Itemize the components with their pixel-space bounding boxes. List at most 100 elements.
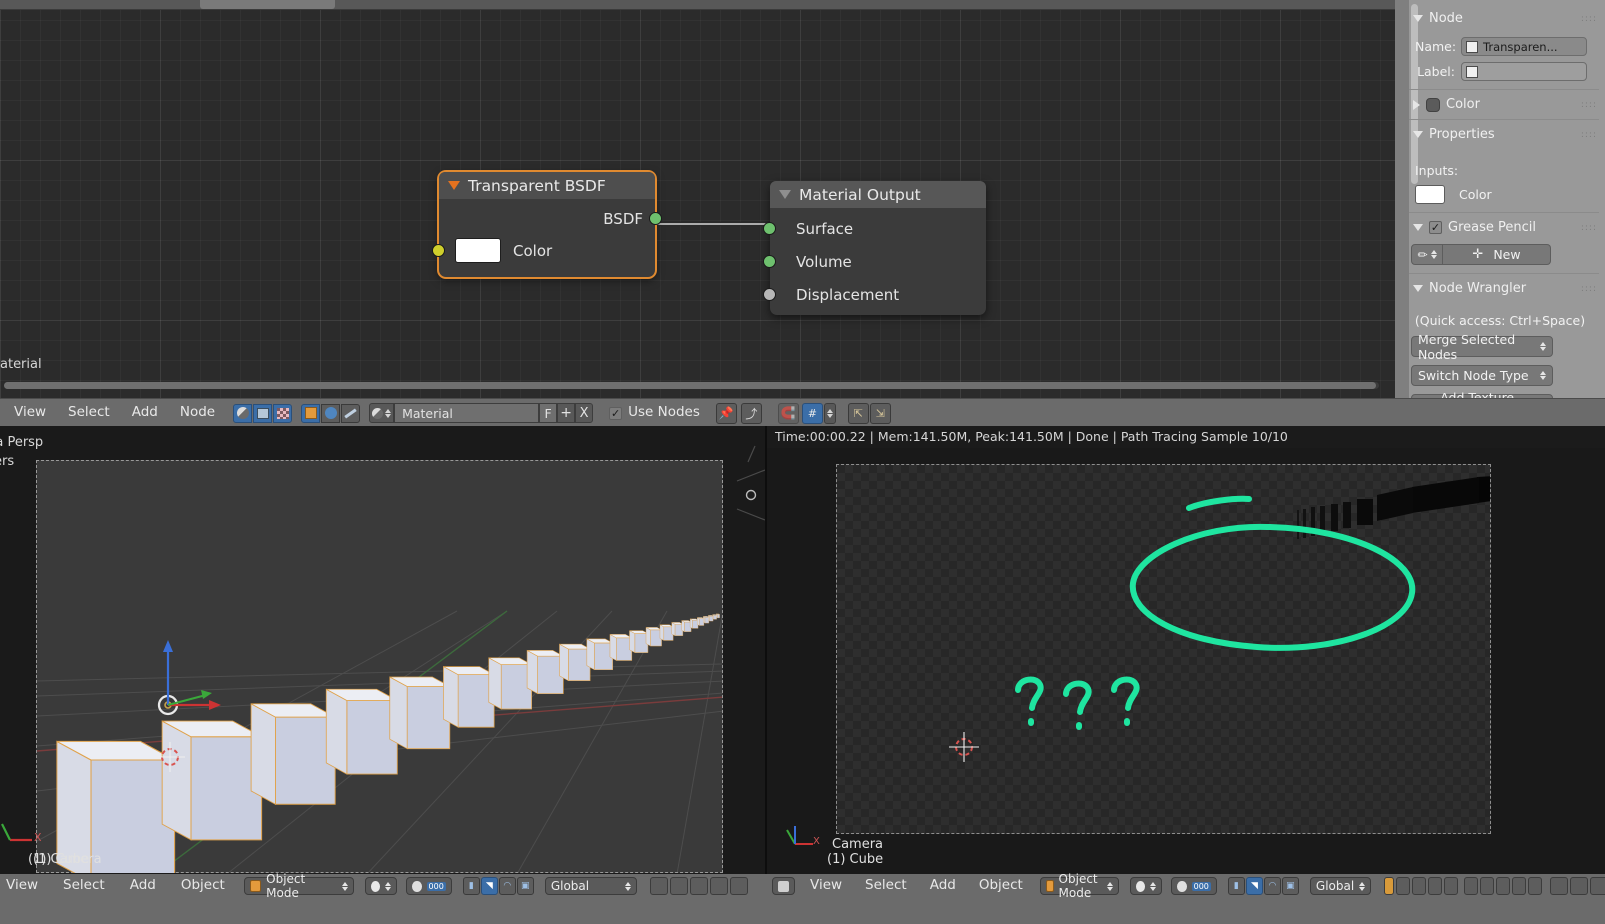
render-view-header[interactable]: View Select Add Object Object Mode 000 ▮… bbox=[766, 872, 1605, 900]
overlays-icon[interactable]: 000 bbox=[405, 877, 452, 895]
menu-view[interactable]: View bbox=[810, 879, 842, 893]
layer-6-icon[interactable] bbox=[1480, 877, 1495, 895]
snap-vertex-icon[interactable]: ▮ bbox=[1227, 877, 1245, 895]
layers-icon[interactable] bbox=[709, 877, 728, 895]
material-icon[interactable] bbox=[369, 403, 395, 423]
menu-select[interactable]: Select bbox=[865, 879, 907, 893]
proportional-edit-icon[interactable] bbox=[669, 877, 688, 895]
new-grease-pencil-button[interactable]: ✛ New bbox=[1443, 244, 1551, 265]
viewport-3d[interactable]: X era Persp ers (1) Camera (1) Cube bbox=[0, 426, 765, 874]
node-header-material-output[interactable]: Material Output bbox=[770, 181, 986, 208]
node-name-field[interactable]: Transparen... bbox=[1461, 37, 1587, 56]
use-nodes-checkbox[interactable]: ✓ bbox=[609, 406, 623, 420]
node-editor-header[interactable]: View Select Add Node Material F + X ✓ Us… bbox=[0, 398, 1605, 426]
switch-node-type-button[interactable]: Switch Node Type bbox=[1411, 365, 1553, 386]
magnet-icon[interactable]: 🧲 bbox=[777, 402, 799, 424]
menu-add[interactable]: Add bbox=[130, 879, 156, 893]
snap-volume-icon[interactable]: ▣ bbox=[1281, 877, 1299, 895]
node-material-output[interactable]: Material Output Surface Volume Displacem… bbox=[763, 181, 986, 315]
copy-icon[interactable] bbox=[1550, 877, 1569, 895]
layer-5-icon[interactable] bbox=[1464, 877, 1479, 895]
input-socket-surface[interactable] bbox=[763, 222, 776, 235]
layer-2-icon[interactable] bbox=[1412, 877, 1427, 895]
render-canvas[interactable] bbox=[836, 464, 1491, 834]
merge-selected-nodes-button[interactable]: Merge Selected Nodes bbox=[1411, 332, 1553, 362]
color-swatch-icon[interactable] bbox=[1426, 97, 1440, 112]
snap-face-icon[interactable]: ◥ bbox=[480, 877, 498, 895]
texture-shader-icon[interactable] bbox=[273, 403, 293, 423]
snap-vertex-icon[interactable]: ▮ bbox=[462, 877, 480, 895]
object-mode-dropdown[interactable]: Object Mode bbox=[243, 872, 354, 900]
render-shading-icon[interactable] bbox=[729, 877, 748, 895]
grease-pencil-checkbox[interactable]: ✓ bbox=[1429, 221, 1442, 234]
brush-icon[interactable] bbox=[341, 403, 361, 423]
node-transparent-bsdf[interactable]: Transparent BSDF BSDF Color bbox=[432, 172, 662, 277]
transform-orientation-dropdown[interactable]: Global bbox=[544, 877, 637, 895]
panel-header-node[interactable]: Node :::: bbox=[1405, 8, 1605, 29]
snap-edge-icon[interactable]: ◠ bbox=[1263, 877, 1281, 895]
menu-object[interactable]: Object bbox=[979, 879, 1023, 893]
input-socket-displacement[interactable] bbox=[763, 288, 776, 301]
layer-9-icon[interactable] bbox=[1528, 877, 1543, 895]
material-datablock-name[interactable]: Material bbox=[394, 403, 540, 423]
go-to-parent-icon[interactable]: ⤴ bbox=[740, 402, 762, 424]
input-socket-color[interactable] bbox=[432, 244, 445, 257]
layer-1-icon[interactable] bbox=[1396, 877, 1411, 895]
node-editor-hscrollbar[interactable] bbox=[4, 382, 1379, 389]
unlink-material-button[interactable]: X bbox=[575, 403, 594, 423]
new-material-button[interactable]: + bbox=[557, 403, 576, 423]
menu-add[interactable]: Add bbox=[930, 879, 956, 893]
input-color-swatch[interactable] bbox=[1415, 185, 1445, 204]
render-result-view[interactable]: Time:00:00.22 | Mem:141.50M, Peak:141.50… bbox=[767, 426, 1605, 874]
menu-object[interactable]: Object bbox=[181, 879, 225, 893]
menu-view[interactable]: View bbox=[6, 879, 38, 893]
output-socket-bsdf[interactable] bbox=[649, 212, 662, 225]
menu-add[interactable]: Add bbox=[132, 406, 158, 420]
object-shader-icon[interactable] bbox=[253, 403, 273, 423]
node-header-transparent-bsdf[interactable]: Transparent BSDF bbox=[439, 172, 655, 199]
top-tab-chip[interactable] bbox=[200, 0, 335, 9]
snap-edge-icon[interactable]: ◠ bbox=[498, 877, 516, 895]
snap-element-icon[interactable]: # bbox=[801, 402, 823, 424]
pivot-point-icon[interactable] bbox=[649, 877, 668, 895]
snap-face-icon[interactable]: ◥ bbox=[1245, 877, 1263, 895]
object-mode-dropdown[interactable]: Object Mode bbox=[1039, 872, 1119, 900]
menu-view[interactable]: View bbox=[14, 406, 46, 420]
paste-icon[interactable]: ⇲ bbox=[869, 402, 891, 424]
viewport-splitter[interactable] bbox=[765, 426, 767, 874]
collapse-triangle-icon[interactable] bbox=[448, 181, 460, 190]
magnet-icon[interactable] bbox=[1570, 877, 1589, 895]
copy-to-selected-icon[interactable]: ⇱ bbox=[847, 402, 869, 424]
grease-pencil-icon[interactable]: ✏ bbox=[1411, 244, 1443, 265]
node-label-field[interactable] bbox=[1461, 62, 1587, 81]
editor-type-icon[interactable] bbox=[772, 877, 795, 895]
menu-node[interactable]: Node bbox=[180, 406, 215, 420]
snap-toggle-icon[interactable] bbox=[689, 877, 708, 895]
color-swatch-field[interactable] bbox=[455, 238, 501, 263]
object-icon[interactable] bbox=[301, 403, 321, 423]
solid-shading-icon[interactable] bbox=[364, 877, 397, 895]
add-texture-setup-button[interactable]: Add Texture Setup bbox=[1411, 390, 1553, 398]
input-socket-volume[interactable] bbox=[763, 255, 776, 268]
node-properties-sidebar[interactable]: Node :::: Name: Transparen... Label: Col… bbox=[1395, 0, 1605, 398]
panel-header-grease-pencil[interactable]: ✓ Grease Pencil :::: bbox=[1405, 217, 1605, 238]
menu-select[interactable]: Select bbox=[68, 406, 110, 420]
snap-dropdown-icon[interactable] bbox=[823, 402, 836, 424]
panel-header-color[interactable]: Color :::: bbox=[1405, 94, 1605, 115]
node-editor[interactable]: aterial Transparent BSDF BSDF Color Mate… bbox=[0, 0, 1395, 398]
layer-7-icon[interactable] bbox=[1496, 877, 1511, 895]
overlays-icon[interactable]: 000 bbox=[1170, 877, 1217, 895]
render-shader-icon[interactable] bbox=[233, 403, 253, 423]
panel-header-node-wrangler[interactable]: Node Wrangler :::: bbox=[1405, 278, 1605, 299]
solid-shading-icon[interactable] bbox=[1129, 877, 1162, 895]
pin-icon[interactable]: 📌 bbox=[715, 402, 737, 424]
panel-header-properties[interactable]: Properties :::: bbox=[1405, 124, 1605, 145]
layer-4-icon[interactable] bbox=[1444, 877, 1459, 895]
viewport-3d-header[interactable]: View Select Add Object Object Mode 000 ▮… bbox=[0, 872, 766, 900]
world-icon[interactable] bbox=[321, 403, 341, 423]
transform-orientation-dropdown[interactable]: Global bbox=[1309, 877, 1372, 895]
snap-volume-icon[interactable]: ▣ bbox=[516, 877, 534, 895]
collapse-triangle-icon[interactable] bbox=[779, 190, 791, 199]
proportional-edit-icon[interactable] bbox=[1590, 877, 1605, 895]
menu-select[interactable]: Select bbox=[63, 879, 105, 893]
